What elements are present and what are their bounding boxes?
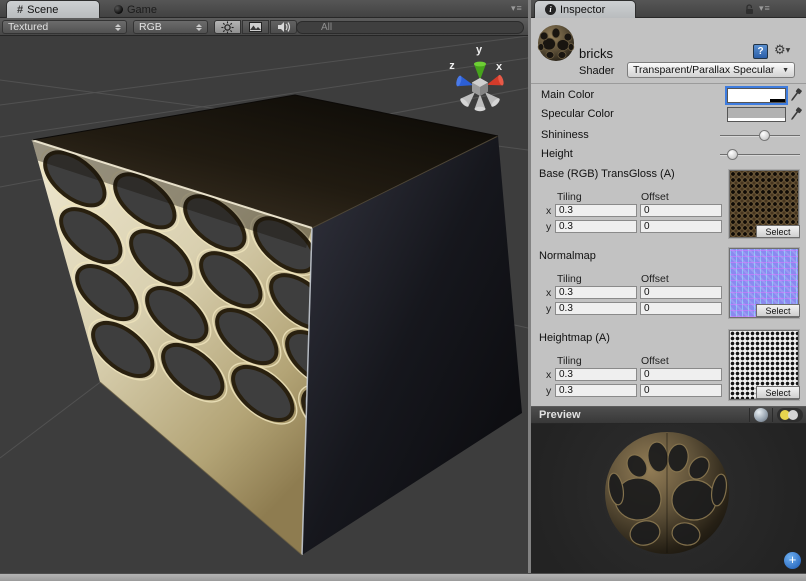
normalmap-label: Normalmap <box>539 250 596 262</box>
base-map-select-button[interactable]: Select <box>756 225 800 238</box>
help-button[interactable]: ? <box>753 44 768 59</box>
scene-viewport[interactable]: y z x <box>0 36 528 573</box>
tab-inspector[interactable]: i Inspector <box>535 1 635 18</box>
offset-header: Offset <box>641 191 669 203</box>
search-input[interactable] <box>296 21 524 34</box>
shininess-label: Shininess <box>541 129 589 141</box>
preview-sphere-render <box>531 424 806 573</box>
normalmap-offset-y-input[interactable] <box>640 302 722 315</box>
scene-panel-menu-icon[interactable]: ▾≡ <box>511 3 523 14</box>
heightmap-offset-x-input[interactable] <box>640 368 722 381</box>
plus-icon[interactable]: + <box>784 552 801 569</box>
divider <box>749 408 750 422</box>
shininess-slider[interactable] <box>720 129 800 142</box>
base-tiling-y-input[interactable] <box>555 220 637 233</box>
inspector-tabbar: i Inspector ▾≡ <box>531 0 806 18</box>
row-y-label: y <box>546 221 551 233</box>
heightmap-tiling-y-input[interactable] <box>555 384 637 397</box>
offset-header: Offset <box>641 355 669 367</box>
base-offset-y-input[interactable] <box>640 220 722 233</box>
gear-icon[interactable]: ⚙▼ <box>774 43 790 58</box>
base-offset-x-input[interactable] <box>640 204 722 217</box>
tiling-header: Tiling <box>557 273 582 285</box>
preview-lighting-icon[interactable] <box>777 408 803 422</box>
image-icon <box>249 22 262 32</box>
divider <box>531 83 806 84</box>
lighting-toggle-button[interactable] <box>214 20 241 34</box>
dropdown-stepper-icon <box>196 24 202 31</box>
height-slider[interactable] <box>720 148 800 161</box>
preview-mesh-sphere-icon[interactable] <box>754 408 768 422</box>
shininess-slider-thumb[interactable] <box>759 130 770 141</box>
heightmap-tiling-x-input[interactable] <box>555 368 637 381</box>
scene-toolbar: Textured RGB <box>0 18 528 36</box>
preview-title: Preview <box>539 409 581 421</box>
gizmo-x-label: x <box>496 61 503 73</box>
divider <box>772 408 773 422</box>
shader-label: Shader <box>579 65 614 77</box>
material-ball-icon <box>537 24 575 62</box>
row-y-label: y <box>546 303 551 315</box>
normalmap-tiling-y-input[interactable] <box>555 302 637 315</box>
chevron-down-icon: ▼ <box>782 67 789 74</box>
shader-dropdown[interactable]: Transparent/Parallax Specular ▼ <box>627 62 795 78</box>
main-color-label: Main Color <box>541 89 594 101</box>
tab-scene[interactable]: # Scene <box>7 1 99 18</box>
gizmo-z-label: z <box>449 60 455 72</box>
tab-scene-label: Scene <box>27 4 58 16</box>
row-x-label: x <box>546 205 551 217</box>
channel-mode-dropdown[interactable]: RGB <box>133 20 208 34</box>
tiling-header: Tiling <box>557 191 582 203</box>
heightmap-label: Heightmap (A) <box>539 332 610 344</box>
unity-editor-window: # Scene Game ▾≡ Textured RGB <box>0 0 806 581</box>
game-icon <box>114 5 123 14</box>
heightmap-offset-y-input[interactable] <box>640 384 722 397</box>
window-bottom-strip <box>0 573 806 581</box>
inspector-panel-menu-icon[interactable]: ▾≡ <box>759 3 771 14</box>
normalmap-tiling-x-input[interactable] <box>555 286 637 299</box>
inspector-panel: bricks Shader Transparent/Parallax Specu… <box>531 18 806 573</box>
dropdown-stepper-icon <box>115 24 121 31</box>
audio-toggle-button[interactable] <box>270 20 297 34</box>
specular-color-swatch[interactable] <box>727 107 786 122</box>
gizmo-z-axis-cone <box>455 75 475 90</box>
height-slider-thumb[interactable] <box>727 149 738 160</box>
eyedropper-icon[interactable] <box>790 107 802 121</box>
tab-game-label: Game <box>127 4 157 16</box>
tiling-header: Tiling <box>557 355 582 367</box>
eyedropper-icon[interactable] <box>790 88 802 102</box>
scene-render: y z x <box>0 36 528 573</box>
offset-header: Offset <box>641 273 669 285</box>
base-tiling-x-input[interactable] <box>555 204 637 217</box>
audio-icon <box>277 21 291 33</box>
scene-grid-icon: # <box>17 4 23 16</box>
row-x-label: x <box>546 287 551 299</box>
gizmo-y-label: y <box>476 44 483 56</box>
main-color-swatch[interactable] <box>727 88 786 103</box>
material-name: bricks <box>579 46 613 61</box>
heightmap-select-button[interactable]: Select <box>756 386 800 399</box>
specular-color-label: Specular Color <box>541 108 614 120</box>
tab-game[interactable]: Game <box>104 1 167 18</box>
render-mode-dropdown[interactable]: Textured <box>2 20 127 34</box>
height-label: Height <box>541 148 573 160</box>
row-x-label: x <box>546 369 551 381</box>
normalmap-offset-x-input[interactable] <box>640 286 722 299</box>
scene-tabbar: # Scene Game ▾≡ <box>0 0 528 18</box>
lock-icon[interactable] <box>744 4 755 15</box>
material-preview-area[interactable]: + <box>531 424 806 573</box>
sun-icon <box>221 21 234 34</box>
row-y-label: y <box>546 385 551 397</box>
tab-inspector-label: Inspector <box>560 4 605 16</box>
channel-mode-value: RGB <box>139 21 162 33</box>
skybox-toggle-button[interactable] <box>242 20 269 34</box>
shader-value: Transparent/Parallax Specular <box>633 64 774 76</box>
textured-cube[interactable] <box>32 95 528 555</box>
gizmo-y-axis-cone <box>474 62 486 80</box>
normalmap-select-button[interactable]: Select <box>756 304 800 317</box>
base-map-label: Base (RGB) TransGloss (A) <box>539 168 675 180</box>
info-icon: i <box>545 4 556 15</box>
render-mode-value: Textured <box>8 21 48 33</box>
